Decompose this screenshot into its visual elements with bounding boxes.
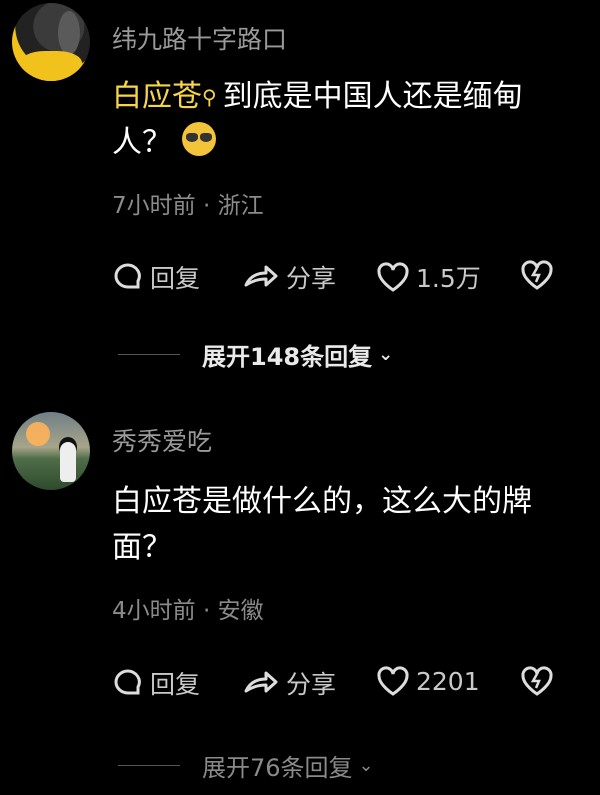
share-icon <box>244 671 278 693</box>
share-icon <box>244 265 278 287</box>
comment-location: 浙江 <box>217 193 264 219</box>
share-label: 分享 <box>286 264 337 293</box>
sunglasses-emoji-icon <box>182 122 216 156</box>
reply-button[interactable]: 回复 <box>112 259 200 295</box>
like-button[interactable]: 1.5万 <box>376 259 481 295</box>
comment-time: 4小时前 <box>112 598 196 624</box>
divider-line <box>118 764 180 766</box>
comment-bubble-icon <box>114 263 141 289</box>
reply-button[interactable]: 回复 <box>112 665 200 701</box>
dislike-button[interactable] <box>520 259 560 291</box>
sunset-shape <box>20 51 82 81</box>
action-bar: 回复 分享 2201 <box>112 665 572 705</box>
expand-replies-label: 展开76条回复 <box>202 753 353 782</box>
comment-meta: 4小时前 · 安徽 <box>112 591 264 625</box>
expand-replies-button[interactable]: 展开148条回复 ⌄ <box>118 339 394 371</box>
chevron-down-icon: ⌄ <box>358 754 374 776</box>
broken-heart-icon <box>521 260 553 290</box>
share-button[interactable]: 分享 <box>242 259 336 295</box>
expand-replies-button[interactable]: 展开76条回复 ⌄ <box>118 750 374 782</box>
broken-heart-icon <box>521 666 553 696</box>
heart-icon <box>377 666 409 696</box>
comment-text: 白应苍⚲ 到底是中国人还是缅甸 人？ <box>112 74 582 166</box>
share-label: 分享 <box>286 670 337 699</box>
username[interactable]: 秀秀爱吃 <box>112 422 212 458</box>
like-count: 2201 <box>416 666 480 696</box>
like-button[interactable]: 2201 <box>376 665 480 697</box>
username[interactable]: 纬九路十字路口 <box>112 20 287 56</box>
person-shape <box>60 442 76 482</box>
search-icon: ⚲ <box>202 85 217 109</box>
separator: · <box>202 598 211 624</box>
separator: · <box>202 193 211 219</box>
divider-line <box>118 353 180 355</box>
reply-label: 回复 <box>150 264 201 293</box>
comment-line-1: 到底是中国人还是缅甸 <box>222 79 523 114</box>
mention-link[interactable]: 白应苍 <box>112 79 202 114</box>
comment-location: 安徽 <box>217 598 264 624</box>
tree-shape <box>58 11 80 55</box>
comment-line-2: 人？ <box>112 125 172 160</box>
share-button[interactable]: 分享 <box>242 665 336 701</box>
dislike-button[interactable] <box>520 665 560 697</box>
chevron-down-icon: ⌄ <box>378 343 394 365</box>
comment-line-1: 白应苍是做什么的，这么大的牌 <box>112 484 532 519</box>
sun-glow-shape <box>26 422 50 446</box>
like-count: 1.5万 <box>416 264 481 293</box>
avatar[interactable] <box>12 412 90 490</box>
comment-text: 白应苍是做什么的，这么大的牌 面？ <box>112 479 582 571</box>
comment-line-2: 面？ <box>112 530 172 565</box>
avatar[interactable] <box>12 3 90 81</box>
action-bar: 回复 分享 1.5万 <box>112 259 572 299</box>
comment-bubble-icon <box>114 669 141 695</box>
comment-meta: 7小时前 · 浙江 <box>112 186 264 220</box>
expand-replies-label: 展开148条回复 <box>202 342 373 371</box>
heart-icon <box>377 262 409 292</box>
comment-time: 7小时前 <box>112 193 196 219</box>
reply-label: 回复 <box>150 670 201 699</box>
